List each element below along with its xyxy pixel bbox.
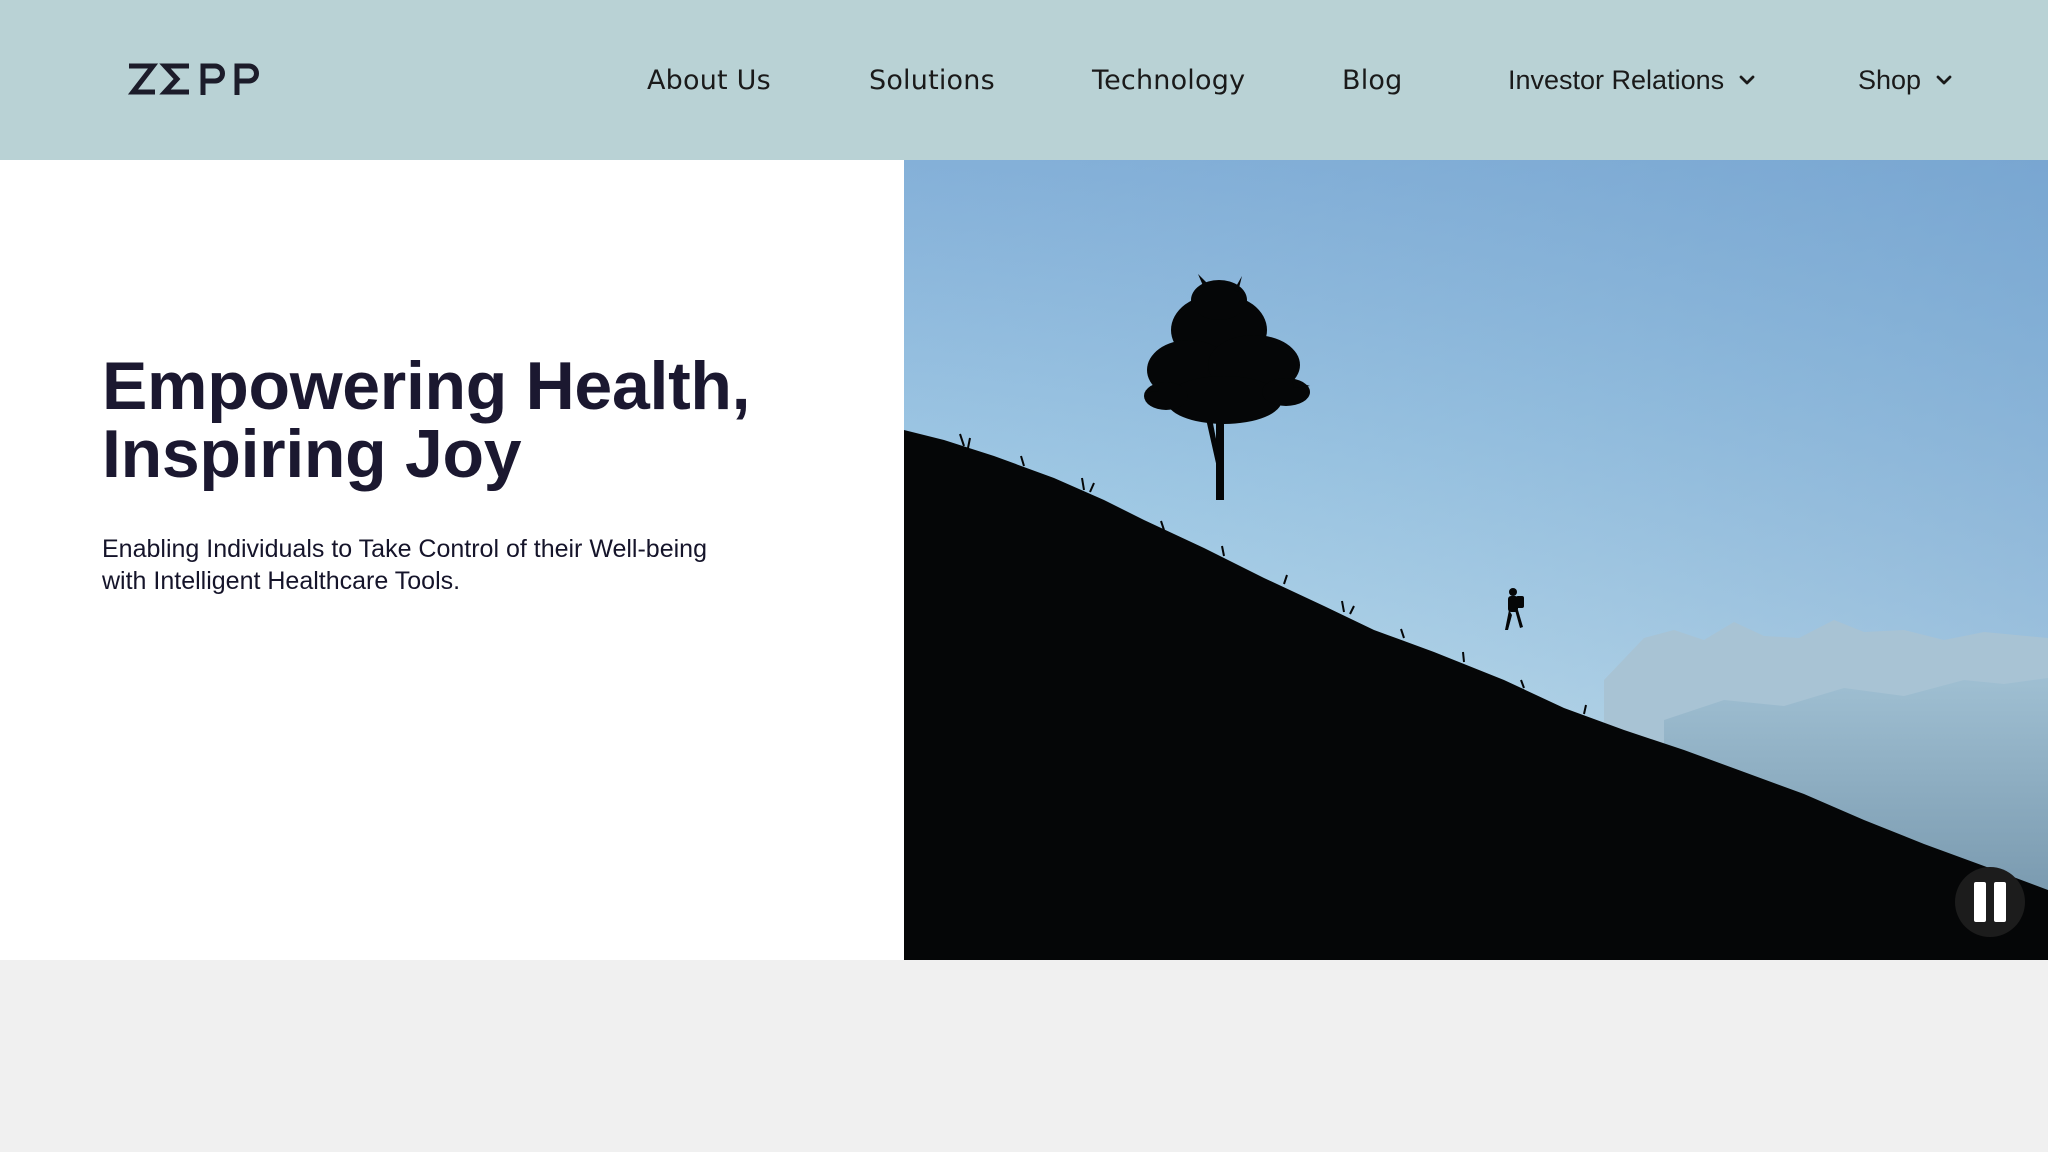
nav-solutions-label: Solutions bbox=[869, 64, 995, 96]
hero-subtitle-line-1: Enabling Individuals to Take Control of … bbox=[102, 535, 707, 563]
nav-technology[interactable]: Technology bbox=[1092, 56, 1245, 104]
zepp-logo-mark bbox=[127, 63, 259, 95]
zepp-logo[interactable] bbox=[127, 56, 267, 104]
pause-icon bbox=[1974, 882, 1986, 922]
chevron-down-icon bbox=[1739, 75, 1755, 85]
nav-investor-relations[interactable]: Investor Relations bbox=[1508, 56, 1756, 104]
below-fold-area bbox=[0, 960, 2048, 1152]
nav-shop-label: Shop bbox=[1858, 64, 1922, 95]
hero-title-line-2: Inspiring Joy bbox=[102, 416, 522, 492]
nav-blog[interactable]: Blog bbox=[1342, 56, 1402, 104]
hero-video[interactable] bbox=[904, 160, 2048, 960]
nav-about-us[interactable]: About Us bbox=[647, 56, 771, 104]
site-header: About Us Solutions Technology Blog Inves… bbox=[0, 0, 2048, 160]
hero-title-line-1: Empowering Health, bbox=[102, 348, 751, 424]
nav-shop[interactable]: Shop bbox=[1858, 56, 1953, 104]
hero-video-frame bbox=[904, 160, 2048, 960]
nav-solutions[interactable]: Solutions bbox=[869, 56, 995, 104]
hero-subtitle-line-2: with Intelligent Healthcare Tools. bbox=[102, 567, 461, 595]
hero-subtitle: Enabling Individuals to Take Control of … bbox=[102, 533, 782, 597]
nav-investor-relations-label: Investor Relations bbox=[1508, 64, 1725, 95]
chevron-down-icon bbox=[1936, 75, 1952, 85]
nav-blog-label: Blog bbox=[1342, 64, 1403, 96]
hero-title: Empowering Health, Inspiring Joy bbox=[102, 352, 822, 488]
nav-technology-label: Technology bbox=[1092, 64, 1246, 96]
pause-button[interactable] bbox=[1955, 867, 2025, 937]
pause-icon-bar bbox=[1994, 882, 2006, 922]
nav-about-us-label: About Us bbox=[647, 64, 771, 96]
